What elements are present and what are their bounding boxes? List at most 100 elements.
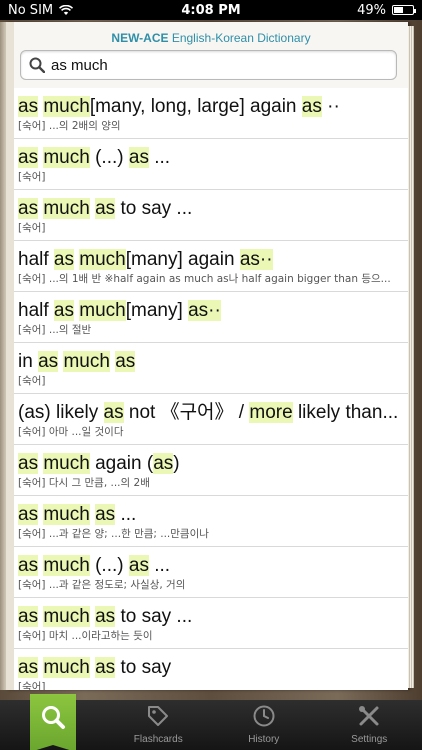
entry-term: as much (...) as ... (18, 553, 408, 578)
entry-definition: [숙어] (18, 171, 46, 183)
status-right: 49% (357, 2, 416, 18)
highlighted-match: as (38, 351, 59, 372)
carrier-label: No SIM (8, 2, 54, 18)
search-input[interactable] (51, 56, 371, 74)
term-text: ·· (321, 96, 340, 117)
active-tab-ribbon[interactable] (30, 694, 76, 750)
highlighted-match: as (95, 504, 116, 525)
list-item[interactable]: half as much[many] again as·· [숙어] ...의 1… (14, 241, 408, 292)
entry-term: as much as to say ... (18, 196, 408, 221)
highlighted-match: as (95, 657, 116, 678)
app-title-rest: English-Korean Dictionary (168, 31, 311, 45)
highlighted-match: as (95, 198, 116, 219)
highlighted-match: as (18, 555, 39, 576)
list-item[interactable]: as much as to say ... [숙어] 마치 ...이라고하는 듯이 (14, 598, 408, 649)
list-item[interactable]: as much as to say ... [숙어] (14, 190, 408, 241)
entry-term: half as much[many] again as·· (18, 247, 408, 272)
highlighted-match: much (79, 249, 126, 270)
term-text: in (18, 351, 39, 372)
highlighted-match: as (18, 198, 39, 219)
results-list[interactable]: as much[many, long, large] again as ·· [숙… (14, 88, 408, 690)
tab-flashcards[interactable]: Flashcards (106, 700, 212, 750)
entry-term: as much as to say (18, 655, 408, 680)
list-item[interactable]: as much again (as) [숙어] 다시 그 만큼, ...의 2배 (14, 445, 408, 496)
term-text: to say ... (115, 198, 193, 219)
highlighted-match: as (128, 147, 149, 168)
entry-definition: [숙어] (18, 375, 46, 387)
entry-definition: [숙어] ...의 2배의 양의 (18, 120, 121, 132)
entry-definition: [숙어] (18, 222, 46, 234)
status-bar: No SIM 4:08 PM 49% (0, 0, 422, 20)
entry-term: half as much[many] as·· (18, 298, 408, 323)
battery-icon (392, 5, 416, 15)
list-item[interactable]: half as much[many] as·· [숙어] ...의 절반 (14, 292, 408, 343)
tag-icon (148, 706, 169, 726)
status-left: No SIM (8, 2, 74, 18)
dictionary-header: NEW-ACE English-Korean Dictionary (14, 22, 408, 96)
highlighted-match: much (43, 606, 90, 627)
entry-definition: [숙어] (18, 681, 46, 690)
highlighted-match: much (43, 504, 90, 525)
list-item[interactable]: (as) likely as not 《구어》 / more likely th… (14, 394, 408, 445)
term-text: [many, long, large] again (89, 96, 302, 117)
entry-term: as much (...) as ... (18, 145, 408, 170)
search-box[interactable] (20, 50, 397, 80)
list-item[interactable]: as much (...) as ... [숙어] ...과 같은 정도로; 사실… (14, 547, 408, 598)
entry-definition: [숙어] 마치 ...이라고하는 듯이 (18, 630, 153, 642)
highlighted-match: as (153, 453, 174, 474)
highlighted-match: much (79, 300, 126, 321)
entry-term: in as much as (18, 349, 408, 374)
highlighted-match: much (43, 147, 90, 168)
highlighted-match: as·· (188, 300, 221, 321)
entry-definition: [숙어] 다시 그 만큼, ...의 2배 (18, 477, 150, 489)
term-text: ... (148, 555, 171, 576)
term-text: to say ... (115, 606, 193, 627)
search-icon (42, 706, 65, 729)
term-text: half (18, 249, 54, 270)
highlighted-match: as (95, 606, 116, 627)
entry-term: as much[many, long, large] again as ·· (18, 94, 408, 119)
term-text: [many] again (125, 249, 240, 270)
term-text: half (18, 300, 54, 321)
wifi-icon (59, 4, 74, 15)
highlighted-match: as (301, 96, 322, 117)
highlighted-match: much (43, 96, 90, 117)
term-text: (...) (89, 555, 129, 576)
highlighted-match: as (53, 300, 74, 321)
term-text: (...) (89, 147, 129, 168)
highlighted-match: as (18, 96, 39, 117)
tab-history[interactable]: History (211, 700, 317, 750)
tab-flashcards-label: Flashcards (133, 734, 183, 745)
highlighted-match: much (43, 555, 90, 576)
tab-settings-label: Settings (351, 734, 388, 745)
entry-definition: [숙어] ...과 같은 양; ...한 만큼; ...만큼이나 (18, 528, 209, 540)
list-item[interactable]: as much as to say [숙어] (14, 649, 408, 690)
list-item[interactable]: as much[many, long, large] again as ·· [숙… (14, 88, 408, 139)
entry-definition: [숙어] ...의 1배 반 ※half again as much as나 h… (18, 273, 391, 285)
list-item[interactable]: in as much as [숙어] (14, 343, 408, 394)
highlighted-match: as (18, 504, 39, 525)
highlighted-match: as (18, 606, 39, 627)
list-item[interactable]: as much (...) as ... [숙어] (14, 139, 408, 190)
term-text: not 《구어》 / (123, 402, 250, 423)
term-text: likely than... (292, 402, 399, 423)
term-text: ... (148, 147, 171, 168)
entry-definition: [숙어] ...의 절반 (18, 324, 92, 336)
highlighted-match: as (18, 453, 39, 474)
highlighted-match: much (43, 198, 90, 219)
highlighted-match: much (43, 453, 90, 474)
tab-settings[interactable]: Settings (317, 700, 422, 750)
term-text: ) (173, 453, 180, 474)
entry-term: as much as to say ... (18, 604, 408, 629)
highlighted-match: more (249, 402, 293, 423)
highlighted-match: as (18, 657, 39, 678)
entry-definition: [숙어] 아마 ...일 것이다 (18, 426, 124, 438)
tools-icon (359, 706, 379, 726)
entry-definition: [숙어] ...과 같은 정도로; 사실상, 거의 (18, 579, 186, 591)
battery-percent: 49% (357, 2, 386, 18)
list-item[interactable]: as much as ... [숙어] ...과 같은 양; ...한 만큼; .… (14, 496, 408, 547)
tab-history-label: History (248, 734, 280, 745)
clock-icon (253, 705, 275, 727)
app-title-brand: NEW-ACE (111, 31, 169, 45)
page-edges (408, 26, 414, 688)
